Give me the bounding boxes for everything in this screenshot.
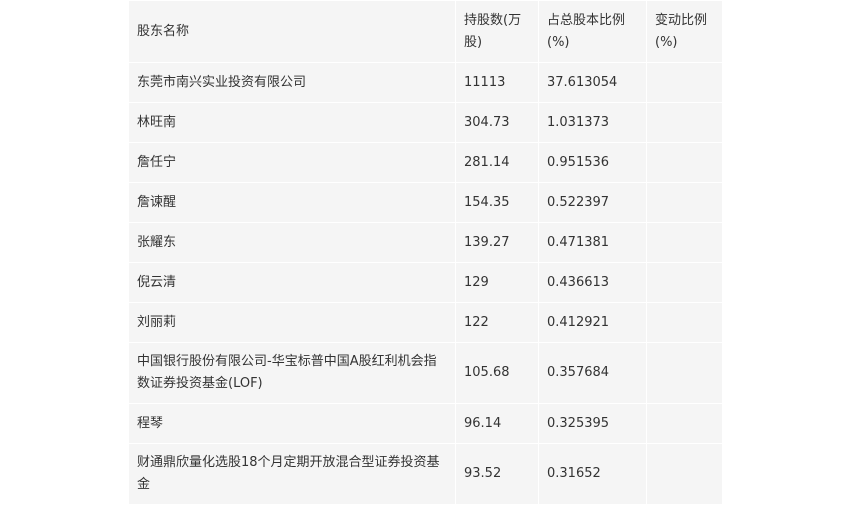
- table-row: 中国银行股份有限公司-华宝标普中国A股红利机会指数证券投资基金(LOF) 105…: [128, 342, 723, 404]
- cell-ratio: 0.951536: [538, 142, 647, 183]
- cell-shares: 154.35: [455, 182, 539, 223]
- cell-name: 刘丽莉: [128, 302, 456, 343]
- header-ratio: 占总股本比例(%): [538, 0, 647, 63]
- cell-ratio: 37.613054: [538, 62, 647, 103]
- header-shares: 持股数(万股): [455, 0, 539, 63]
- cell-shares: 281.14: [455, 142, 539, 183]
- cell-ratio: 0.436613: [538, 262, 647, 303]
- cell-shares: 93.52: [455, 443, 539, 505]
- header-shareholder-name: 股东名称: [128, 0, 456, 63]
- table-row: 倪云清 129 0.436613: [128, 262, 723, 303]
- cell-ratio: 0.357684: [538, 342, 647, 404]
- cell-name: 东莞市南兴实业投资有限公司: [128, 62, 456, 103]
- cell-name: 财通鼎欣量化选股18个月定期开放混合型证券投资基金: [128, 443, 456, 505]
- cell-name: 詹任宁: [128, 142, 456, 183]
- table-row: 林旺南 304.73 1.031373: [128, 102, 723, 143]
- cell-name: 倪云清: [128, 262, 456, 303]
- table-header-row: 股东名称 持股数(万股) 占总股本比例(%) 变动比例(%): [128, 0, 723, 63]
- cell-shares: 129: [455, 262, 539, 303]
- cell-shares: 304.73: [455, 102, 539, 143]
- table-row: 詹任宁 281.14 0.951536: [128, 142, 723, 183]
- shareholder-table: 股东名称 持股数(万股) 占总股本比例(%) 变动比例(%) 东莞市南兴实业投资…: [128, 0, 723, 505]
- cell-change: [646, 342, 723, 404]
- cell-shares: 139.27: [455, 222, 539, 263]
- cell-shares: 122: [455, 302, 539, 343]
- cell-change: [646, 222, 723, 263]
- cell-change: [646, 262, 723, 303]
- cell-change: [646, 182, 723, 223]
- cell-shares: 105.68: [455, 342, 539, 404]
- cell-ratio: 1.031373: [538, 102, 647, 143]
- cell-change: [646, 403, 723, 444]
- cell-name: 林旺南: [128, 102, 456, 143]
- cell-ratio: 0.471381: [538, 222, 647, 263]
- table-row: 刘丽莉 122 0.412921: [128, 302, 723, 343]
- cell-ratio: 0.31652: [538, 443, 647, 505]
- cell-ratio: 0.325395: [538, 403, 647, 444]
- cell-name: 程琴: [128, 403, 456, 444]
- cell-name: 詹谏醒: [128, 182, 456, 223]
- table-row: 詹谏醒 154.35 0.522397: [128, 182, 723, 223]
- cell-change: [646, 62, 723, 103]
- cell-ratio: 0.412921: [538, 302, 647, 343]
- cell-shares: 96.14: [455, 403, 539, 444]
- cell-name: 张耀东: [128, 222, 456, 263]
- cell-ratio: 0.522397: [538, 182, 647, 223]
- header-change: 变动比例(%): [646, 0, 723, 63]
- cell-change: [646, 443, 723, 505]
- table-row: 东莞市南兴实业投资有限公司 11113 37.613054: [128, 62, 723, 103]
- cell-change: [646, 302, 723, 343]
- table-row: 财通鼎欣量化选股18个月定期开放混合型证券投资基金 93.52 0.31652: [128, 443, 723, 505]
- cell-shares: 11113: [455, 62, 539, 103]
- cell-change: [646, 142, 723, 183]
- shareholder-table-container: 股东名称 持股数(万股) 占总股本比例(%) 变动比例(%) 东莞市南兴实业投资…: [128, 0, 723, 505]
- table-row: 张耀东 139.27 0.471381: [128, 222, 723, 263]
- cell-name: 中国银行股份有限公司-华宝标普中国A股红利机会指数证券投资基金(LOF): [128, 342, 456, 404]
- table-row: 程琴 96.14 0.325395: [128, 403, 723, 444]
- cell-change: [646, 102, 723, 143]
